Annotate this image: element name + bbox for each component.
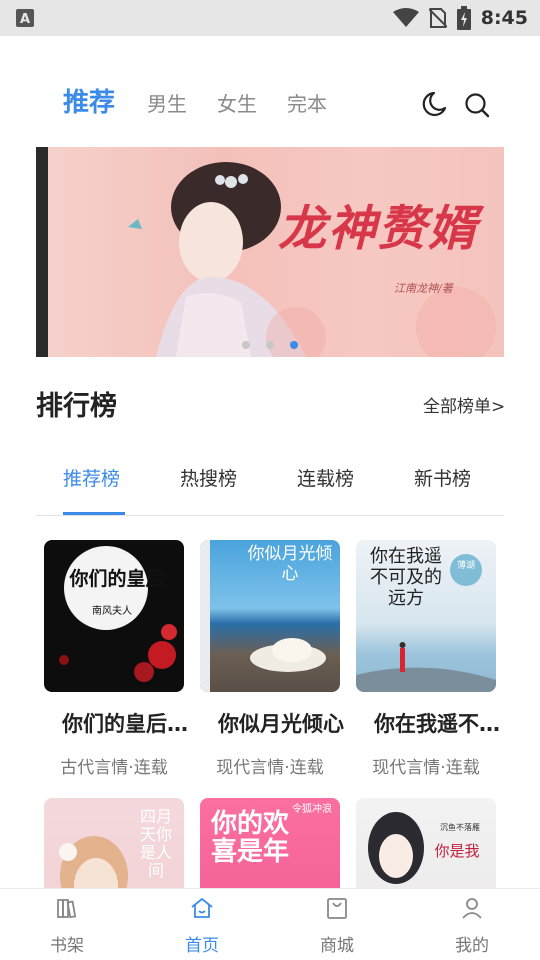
cover-author: 薄湖	[456, 561, 475, 571]
book-genre-status: 古代言情·连载	[60, 758, 168, 778]
tab-female[interactable]: 女生	[217, 88, 257, 117]
book-cover[interactable]: 你在我遥不可及的远方 薄湖	[356, 540, 496, 692]
book-title[interactable]: 你在我遥不…	[352, 708, 522, 738]
tab-new-books[interactable]: 新书榜	[414, 464, 471, 491]
cover-author: 南风夫人	[92, 606, 132, 617]
status-bar: A 8:45	[0, 0, 540, 36]
cover-title: 你似月光倾心	[247, 544, 333, 584]
book-title[interactable]: 你似月光倾心	[196, 708, 366, 738]
no-sim-icon	[428, 8, 447, 28]
banner-pager	[242, 341, 298, 349]
cover-title: 四月天你是人间	[139, 807, 172, 880]
wifi-icon	[392, 8, 419, 27]
search-icon[interactable]	[464, 92, 490, 118]
tab-recommend-rank[interactable]: 推荐榜	[63, 464, 120, 491]
profile-icon	[462, 898, 482, 919]
nav-store[interactable]: 商城	[292, 889, 382, 960]
bottom-nav: 书架 首页 商城 我的	[0, 888, 540, 960]
book-card[interactable]: 你似月光倾心 你似月光倾心 现代言情·连载	[200, 540, 344, 778]
ranking-title: 排行榜	[36, 391, 117, 422]
pager-dot-active[interactable]	[290, 341, 298, 349]
svg-text:A: A	[20, 12, 30, 27]
nav-label: 书架	[50, 936, 84, 956]
tab-recommend[interactable]: 推荐	[63, 82, 115, 119]
promo-banner[interactable]: 龙神赘婿 江南龙神/著	[36, 147, 504, 357]
pager-dot[interactable]	[242, 341, 250, 349]
active-tab-indicator	[63, 512, 125, 515]
status-time: 8:45	[480, 7, 528, 29]
book-cover[interactable]: 你似月光倾心	[200, 540, 340, 692]
nav-label: 我的	[455, 936, 489, 956]
banner-author: 江南龙神/著	[394, 282, 453, 295]
nav-label: 首页	[185, 936, 219, 956]
tab-serial[interactable]: 连载榜	[297, 464, 354, 491]
book-card[interactable]: 你们的皇后 南风夫人 你们的皇后… 古代言情·连载	[44, 540, 188, 778]
cover-title: 你是我	[434, 842, 480, 860]
store-icon	[327, 898, 347, 919]
pager-dot[interactable]	[266, 341, 274, 349]
bookshelf-icon	[57, 899, 77, 919]
tab-completed[interactable]: 完本	[287, 88, 327, 117]
cover-author: 令狐冲浪	[292, 804, 332, 815]
nav-profile[interactable]: 我的	[427, 889, 517, 960]
all-rankings-link[interactable]: 全部榜单>	[423, 392, 505, 417]
nav-bookshelf[interactable]: 书架	[22, 889, 112, 960]
cover-author: 沉鱼不落雁	[440, 823, 480, 832]
moon-icon[interactable]	[420, 90, 448, 118]
nav-label: 商城	[320, 936, 354, 956]
book-genre-status: 现代言情·连载	[216, 758, 324, 778]
ranking-tabs: 推荐榜 热搜榜 连载榜 新书榜	[36, 464, 504, 516]
nav-home[interactable]: 首页	[157, 889, 247, 960]
cover-title: 你们的皇后	[69, 568, 165, 590]
category-tabs: 推荐 男生 女生 完本	[63, 82, 357, 119]
notification-a-icon: A	[16, 9, 34, 27]
home-icon	[191, 898, 213, 918]
book-card[interactable]: 你在我遥不可及的远方 薄湖 你在我遥不… 现代言情·连载	[356, 540, 500, 778]
tab-hot-search[interactable]: 热搜榜	[180, 464, 237, 491]
book-cover[interactable]: 你们的皇后 南风夫人	[44, 540, 184, 692]
book-title[interactable]: 你们的皇后…	[40, 708, 210, 738]
banner-title: 龙神赘婿	[278, 201, 479, 257]
battery-icon	[456, 6, 471, 30]
tab-male[interactable]: 男生	[147, 88, 187, 117]
book-genre-status: 现代言情·连载	[372, 758, 480, 778]
cover-title: 你的欢喜是年	[210, 809, 289, 867]
cover-title: 你在我遥不可及的远方	[370, 546, 442, 609]
